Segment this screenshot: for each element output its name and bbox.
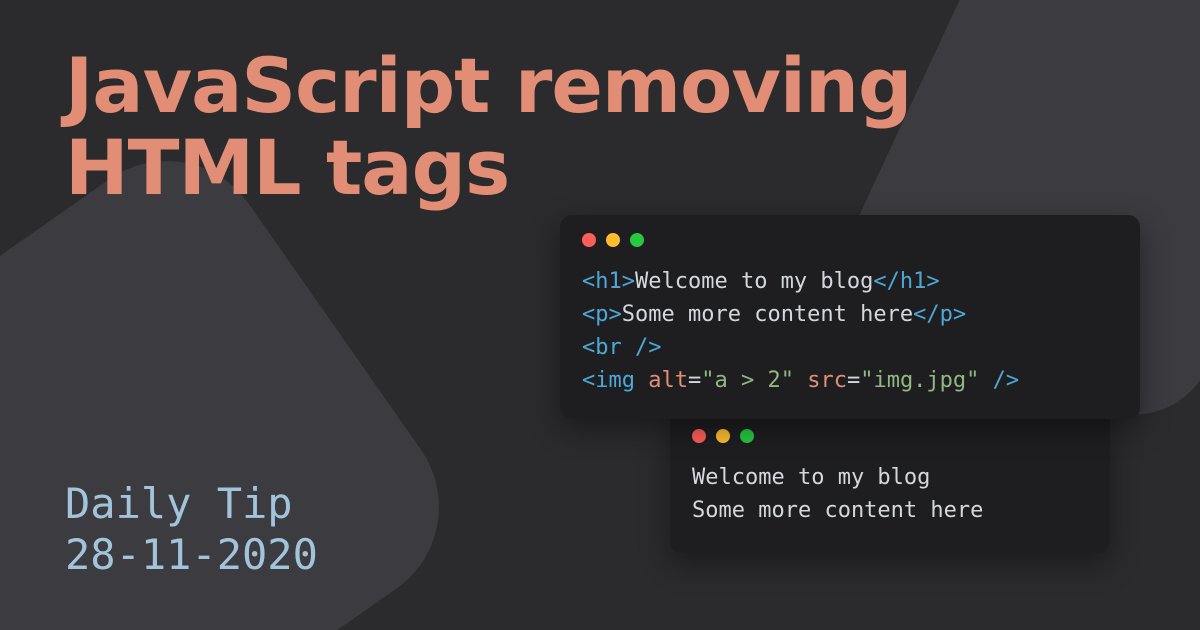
code-window-output: Welcome to my blogSome more content here [670, 411, 1110, 553]
card-content: JavaScript removing HTML tags Daily Tip … [0, 0, 1200, 630]
code-block-input: <h1>Welcome to my blog</h1><p>Some more … [582, 265, 1118, 397]
traffic-green-icon [740, 429, 754, 443]
traffic-red-icon [692, 429, 706, 443]
traffic-red-icon [582, 233, 596, 247]
footer-date: 28-11-2020 [65, 530, 318, 580]
code-windows: <h1>Welcome to my blog</h1><p>Some more … [560, 215, 1140, 553]
traffic-yellow-icon [606, 233, 620, 247]
code-block-output: Welcome to my blogSome more content here [692, 461, 1088, 527]
traffic-green-icon [630, 233, 644, 247]
page-title: JavaScript removing HTML tags [65, 45, 1065, 209]
traffic-yellow-icon [716, 429, 730, 443]
window-traffic-lights [692, 429, 1088, 443]
window-traffic-lights [582, 233, 1118, 247]
code-window-input: <h1>Welcome to my blog</h1><p>Some more … [560, 215, 1140, 419]
footer-label: Daily Tip [65, 479, 318, 529]
footer-block: Daily Tip 28-11-2020 [65, 479, 318, 580]
